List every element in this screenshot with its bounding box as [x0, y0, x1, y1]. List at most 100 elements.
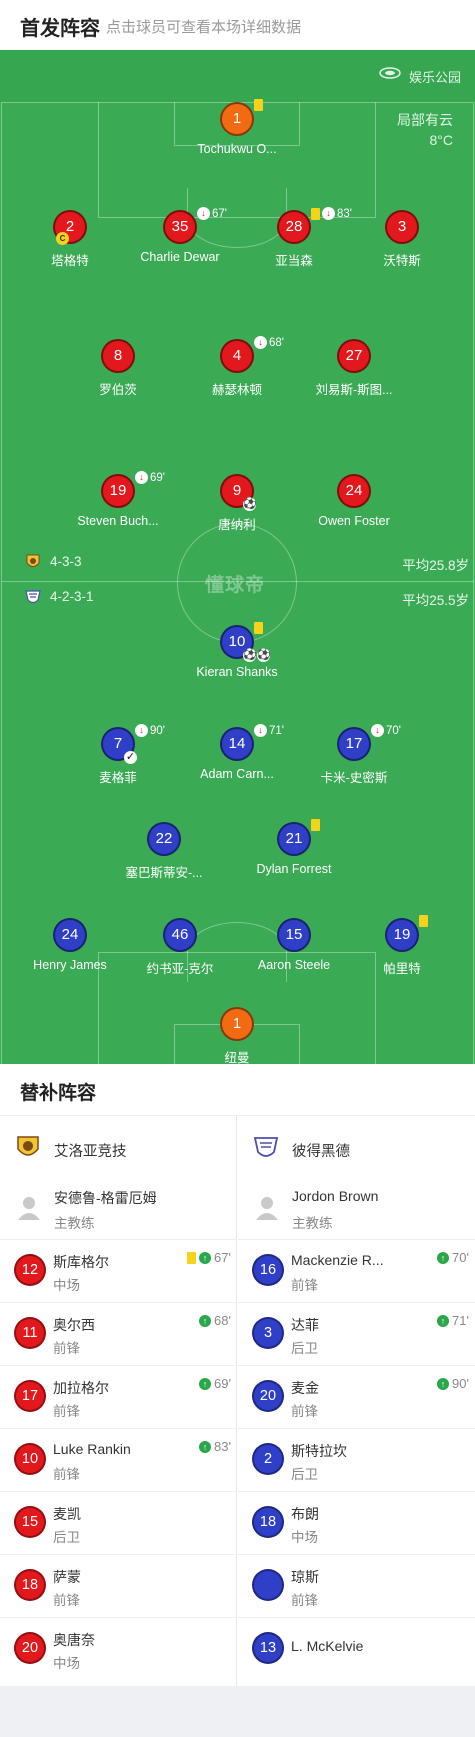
sub-player-position: 前锋 [291, 1404, 318, 1419]
sub-player-number: 3 [252, 1317, 284, 1349]
away-player[interactable]: 22 塞巴斯蒂安-... [104, 822, 224, 881]
sub-out-minute: 90' [150, 724, 165, 737]
coach-avatar-icon [256, 1197, 278, 1220]
coach-avatar-icon [18, 1197, 40, 1220]
player-number: 24 [53, 918, 87, 952]
sub-player-name: Mackenzie R... [291, 1252, 384, 1268]
home-player[interactable]: 24 Owen Foster [294, 474, 414, 528]
home-team-row[interactable]: 艾洛亚竞技 [0, 1116, 237, 1174]
player-name: 卡米-史密斯 [320, 771, 388, 785]
sub-player-row[interactable]: 20 麦金 前锋 ↑ 90' [238, 1366, 475, 1429]
home-player[interactable]: 28 亚当森 ↓ 83' [234, 207, 354, 269]
away-player[interactable]: 17 卡米-史密斯 ↓ 70' [294, 724, 414, 786]
player-events: ↓ 67' [197, 207, 227, 220]
sub-in-icon: ↑ [437, 1251, 450, 1264]
away-subs-column: 彼得黑德 Jordon Brown 主教练 16 Mackenzie R... 前锋… [238, 1116, 475, 1686]
away-player[interactable]: 46 约书亚-克尔 [120, 918, 240, 977]
sub-player-events: ↑ 70' [437, 1250, 469, 1265]
home-player[interactable]: 27 刘易斯-斯图... [294, 339, 414, 398]
home-player[interactable]: 19 Steven Buch... ↓ 69' [58, 471, 178, 528]
player-events: ↓ 90' [135, 724, 165, 737]
sub-player-row[interactable]: 3 达菲 后卫 ↑ 71' [238, 1303, 475, 1366]
sub-player-name: 奥唐奈 [53, 1632, 95, 1648]
home-player[interactable]: 1 Tochukwu O... [177, 99, 297, 156]
home-team-logo-icon [17, 1136, 39, 1156]
away-player[interactable]: 15 Aaron Steele [234, 918, 354, 972]
sub-player-position: 后卫 [291, 1467, 318, 1482]
sub-player-row[interactable]: 12 斯库格尔 中场 ↑ 67' [0, 1240, 237, 1303]
sub-player-row[interactable]: 琼斯 前锋 [238, 1555, 475, 1618]
away-player[interactable]: 19 帕里特 [342, 915, 462, 977]
sub-player-name: L. McKelvie [291, 1638, 364, 1654]
venue-name: 娱乐公园 [408, 70, 461, 85]
sub-out-icon: ↓ [254, 724, 267, 737]
sub-player-row[interactable]: 11 奥尔西 前锋 ↑ 68' [0, 1303, 237, 1366]
home-player[interactable]: 4 赫瑟林顿 ↓ 68' [177, 336, 297, 398]
away-player[interactable]: 14 Adam Carn... ↓ 71' [177, 724, 297, 781]
sub-player-row[interactable]: 15 麦凯 后卫 [0, 1492, 237, 1555]
sub-player-events: ↑ 83' [199, 1439, 231, 1454]
away-coach-row[interactable]: Jordon Brown 主教练 [238, 1174, 475, 1240]
player-events [311, 819, 320, 831]
sub-player-position: 前锋 [53, 1341, 80, 1356]
away-team-row[interactable]: 彼得黑德 [238, 1116, 475, 1174]
sub-player-position: 前锋 [53, 1593, 80, 1608]
sub-player-number [252, 1569, 284, 1601]
sub-player-events: ↑ 71' [437, 1313, 469, 1328]
yellow-card-icon [311, 819, 320, 831]
section-title: 首发阵容 [20, 18, 100, 40]
home-player[interactable]: 2 塔格特 C [10, 210, 130, 269]
sub-player-name: 达菲 [291, 1317, 319, 1333]
away-player[interactable]: 1 纽曼 [177, 1007, 297, 1064]
sub-out-icon: ↓ [135, 724, 148, 737]
goal-ball-icon: ⚽ [257, 649, 271, 662]
player-name: Dylan Forrest [256, 862, 332, 876]
yellow-card-icon [254, 622, 263, 634]
player-name: 纽曼 [224, 1051, 250, 1064]
player-number: 27 [337, 339, 371, 373]
sub-player-row[interactable]: 2 斯特拉坎 后卫 [238, 1429, 475, 1492]
sub-player-position: 中场 [53, 1656, 80, 1671]
player-number: 28 [277, 210, 311, 244]
home-player[interactable]: 3 沃特斯 [342, 210, 462, 269]
sub-player-row[interactable]: 18 布朗 中场 [238, 1492, 475, 1555]
sub-player-row[interactable]: 18 萨蒙 前锋 [0, 1555, 237, 1618]
home-team-formation: 4-3-3 平均25.8岁 [0, 552, 475, 574]
away-player[interactable]: 24 Henry James [10, 918, 130, 972]
away-player[interactable]: 10 Kieran Shanks ⚽ ⚽ [177, 622, 297, 679]
away-player[interactable]: 21 Dylan Forrest [234, 819, 354, 876]
player-name: Owen Foster [318, 514, 390, 528]
home-player[interactable]: 9 唐纳利 ⚽ [177, 474, 297, 533]
sub-player-position: 前锋 [53, 1467, 80, 1482]
sub-out-minute: 67' [212, 207, 227, 220]
sub-in-minute: 83' [214, 1439, 231, 1454]
sub-player-row[interactable]: 13 L. McKelvie [238, 1618, 475, 1681]
sub-player-row[interactable]: 16 Mackenzie R... 前锋 ↑ 70' [238, 1240, 475, 1303]
sub-in-icon: ↑ [199, 1440, 212, 1453]
player-name: 赫瑟林顿 [211, 383, 262, 397]
sub-in-minute: 68' [214, 1313, 231, 1328]
sub-player-number: 11 [14, 1317, 46, 1349]
sub-player-number: 18 [252, 1506, 284, 1538]
sub-player-row[interactable]: 20 奥唐奈 中场 [0, 1618, 237, 1681]
sub-out-icon: ↓ [135, 471, 148, 484]
sub-player-row[interactable]: 10 Luke Rankin 前锋 ↑ 83' [0, 1429, 237, 1492]
sub-in-minute: 67' [214, 1250, 231, 1265]
player-name: Aaron Steele [257, 958, 331, 972]
home-coach-row[interactable]: 安德鲁-格雷厄姆 主教练 [0, 1174, 237, 1240]
sub-player-name: 加拉格尔 [53, 1380, 109, 1396]
away-player[interactable]: 7 麦格菲 ↓ 90' ✓ [58, 724, 178, 786]
player-number: 17 [337, 727, 371, 761]
goal-ball-icon: ⚽ [243, 649, 257, 662]
subs-header: 替补阵容 [0, 1064, 475, 1116]
player-name: 罗伯茨 [99, 383, 137, 397]
goal-ball-icon: ⚽ [243, 498, 257, 511]
sub-player-number: 18 [14, 1569, 46, 1601]
sub-player-row[interactable]: 17 加拉格尔 前锋 ↑ 69' [0, 1366, 237, 1429]
sub-player-number: 16 [252, 1254, 284, 1286]
home-player[interactable]: 35 Charlie Dewar ↓ 67' [120, 207, 240, 264]
player-name: 麦格菲 [99, 771, 137, 785]
home-player[interactable]: 8 罗伯茨 [58, 339, 178, 398]
sub-player-name: 麦金 [291, 1380, 319, 1396]
sub-out-icon: ↓ [371, 724, 384, 737]
